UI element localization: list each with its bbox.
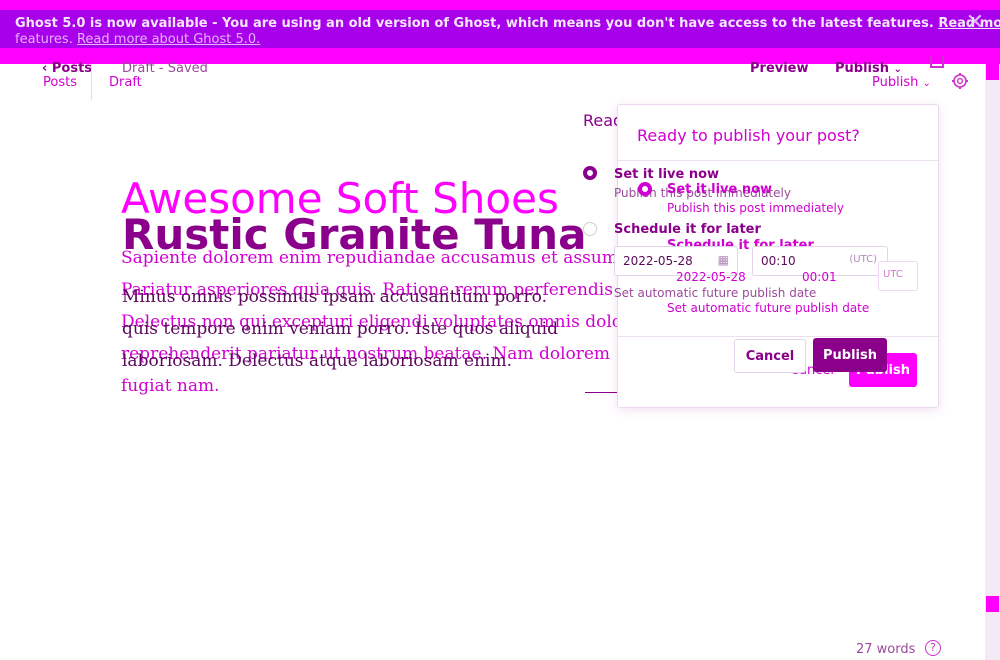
scrollbar-thumb[interactable] xyxy=(986,596,999,612)
date-value: 2022-05-28 xyxy=(623,254,693,268)
post-status: Draft - Saved xyxy=(122,61,208,76)
banner-message: Ghost 5.0 is now available - You are usi… xyxy=(15,16,1000,31)
banner-read-more-about-link[interactable]: Read more about Ghost 5.0. xyxy=(77,32,260,47)
publish-popover: Ready to publish your post? Set it live … xyxy=(614,104,939,408)
option-now-label[interactable]: Set it live now xyxy=(614,167,719,182)
later-desc: Set automatic future publish date xyxy=(614,286,817,300)
radio-now[interactable] xyxy=(638,182,652,196)
body-line: laboriosam. Delectus atque laboriosam en… xyxy=(122,351,512,371)
publish-menu-trigger[interactable]: Publish ⌄ xyxy=(835,61,902,76)
radio-now-ghost xyxy=(583,166,597,180)
body-ghost-line: Sapiente dolorem enim repudiandae accusa… xyxy=(121,248,660,268)
body-line: quis tempore enim veniam porro. Iste quo… xyxy=(122,319,558,339)
update-banner: Ghost 5.0 is now available - You are usi… xyxy=(0,0,1000,64)
back-label-ghost: Posts xyxy=(43,75,77,90)
banner-text-2: features. xyxy=(15,32,73,47)
publish-ghost-label: Publish xyxy=(872,75,919,90)
radio-later-ghost xyxy=(583,222,597,236)
option-now-desc-ghost: Publish this post immediately xyxy=(667,201,844,215)
chevron-left-icon: ‹ xyxy=(42,61,48,76)
option-later-label[interactable]: Schedule it for later xyxy=(614,222,761,237)
post-body[interactable]: Minus omnis possimus ipsam accusantium p… xyxy=(122,281,582,377)
time-value-ghost: 00:01 xyxy=(802,270,837,284)
header-divider xyxy=(91,64,92,100)
publish-trigger-ghost: Publish ⌄ xyxy=(872,75,931,90)
scrollbar[interactable] xyxy=(985,64,1000,660)
scrollbar-up-arrow[interactable] xyxy=(986,64,999,80)
publish-trigger-label: Publish xyxy=(835,61,889,76)
timezone-ghost-label: UTC xyxy=(883,269,903,280)
banner-message-line-2: features. Read more about Ghost 5.0. xyxy=(15,32,260,47)
timezone-label: (UTC) xyxy=(849,254,877,265)
body-line: Minus omnis possimus ipsam accusantium p… xyxy=(122,287,548,307)
cancel-button[interactable]: Cancel xyxy=(734,339,806,373)
gear-icon[interactable] xyxy=(951,72,969,90)
popover-divider xyxy=(618,160,938,161)
popover-divider-bottom xyxy=(618,336,938,337)
publish-button[interactable]: Publish xyxy=(813,338,887,372)
help-icon[interactable]: ? xyxy=(925,640,941,656)
time-value: 00:10 xyxy=(761,254,796,268)
publish-heading: Ready to publish your post? xyxy=(637,126,860,145)
later-desc-ghost: Set automatic future publish date xyxy=(667,301,870,315)
post-status-ghost: Draft xyxy=(109,75,142,90)
calendar-icon: ▦ xyxy=(717,253,729,267)
timezone-ghost-field: UTC xyxy=(878,261,918,291)
preview-button[interactable]: Preview xyxy=(750,61,809,76)
banner-text: Ghost 5.0 is now available - You are usi… xyxy=(15,16,934,31)
back-label: Posts xyxy=(51,61,93,76)
sidebar-toggle-icon[interactable] xyxy=(930,56,944,68)
option-now-label-ghost: Set it live now xyxy=(667,182,773,197)
chevron-down-icon: ⌄ xyxy=(893,64,902,75)
chevron-down-ghost-icon: ⌄ xyxy=(922,78,931,89)
back-to-posts-link[interactable]: ‹ Posts xyxy=(42,61,92,76)
word-count: 27 words xyxy=(856,642,916,657)
close-icon[interactable]: ✕ xyxy=(964,12,986,34)
date-value-ghost: 2022-05-28 xyxy=(676,270,746,284)
